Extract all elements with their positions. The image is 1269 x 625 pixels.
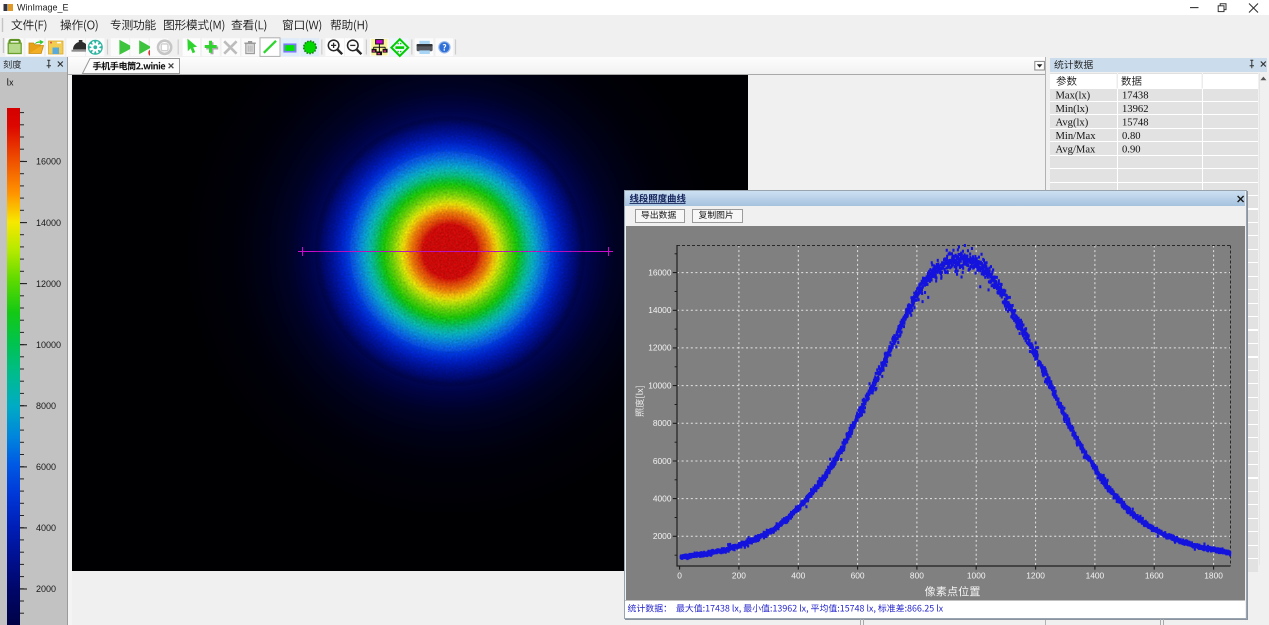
svg-text:0: 0: [677, 571, 682, 581]
svg-text:16000: 16000: [36, 157, 61, 167]
svg-text:Min/Max: Min/Max: [1056, 131, 1097, 142]
svg-text:15748: 15748: [1122, 118, 1148, 129]
svg-text:10000: 10000: [36, 340, 61, 350]
svg-text:6000: 6000: [36, 462, 56, 472]
svg-text:14000: 14000: [36, 218, 61, 228]
svg-text:6000: 6000: [653, 456, 672, 466]
svg-text:4000: 4000: [36, 523, 56, 533]
svg-text:12000: 12000: [36, 279, 61, 289]
svg-text:800: 800: [910, 571, 924, 581]
svg-text:200: 200: [732, 571, 746, 581]
svg-text:12000: 12000: [648, 343, 672, 353]
svg-text:4000: 4000: [653, 493, 672, 503]
svg-text:400: 400: [791, 571, 805, 581]
svg-text:8000: 8000: [653, 418, 672, 428]
svg-text:1600: 1600: [1145, 571, 1164, 581]
svg-text:600: 600: [851, 571, 865, 581]
svg-text:1000: 1000: [967, 571, 986, 581]
svg-text:Avg(lx): Avg(lx): [1056, 118, 1089, 129]
svg-text:Max(lx): Max(lx): [1056, 91, 1091, 102]
svg-text:Min(lx): Min(lx): [1056, 104, 1089, 115]
svg-text:0.90: 0.90: [1122, 144, 1141, 155]
svg-text:14000: 14000: [648, 305, 672, 315]
svg-text:1800: 1800: [1204, 571, 1223, 581]
svg-text:16000: 16000: [648, 267, 672, 277]
svg-text:1200: 1200: [1026, 571, 1045, 581]
svg-text:2000: 2000: [36, 584, 56, 594]
svg-text:0.80: 0.80: [1122, 131, 1141, 142]
svg-text:Avg/Max: Avg/Max: [1056, 144, 1097, 155]
svg-text:1400: 1400: [1086, 571, 1105, 581]
svg-text:10000: 10000: [648, 380, 672, 390]
svg-text:13962: 13962: [1122, 104, 1148, 115]
svg-text:2000: 2000: [653, 531, 672, 541]
svg-text:17438: 17438: [1122, 91, 1148, 102]
svg-text:WinImage_E: WinImage_E: [17, 3, 69, 13]
svg-text:8000: 8000: [36, 401, 56, 411]
